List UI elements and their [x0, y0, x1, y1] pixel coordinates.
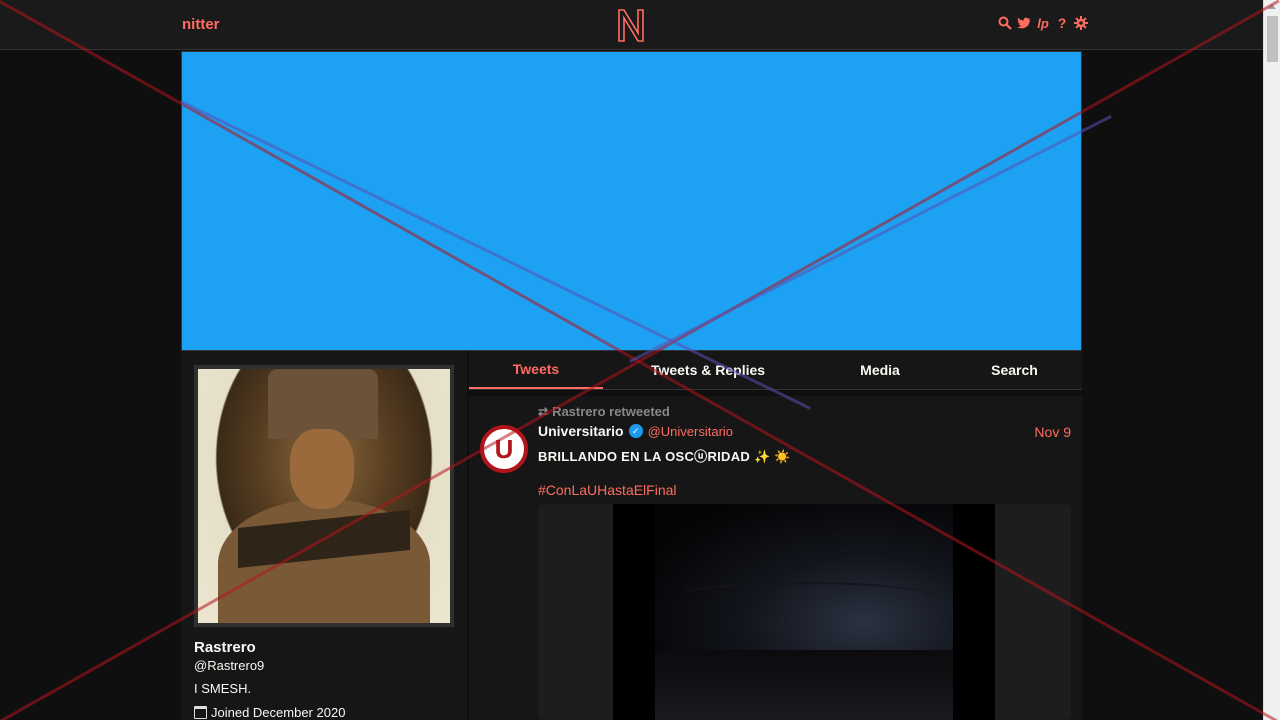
verified-badge-icon: ✓	[628, 424, 643, 438]
stadium-shape	[675, 582, 933, 612]
profile-joined: Joined December 2020	[194, 705, 345, 720]
timeline-tabs: Tweets Tweets & Replies Media Search	[469, 351, 1082, 390]
tab-media[interactable]: Media	[813, 351, 947, 389]
calendar-icon	[194, 706, 207, 719]
page-scrollbar[interactable]	[1263, 0, 1280, 720]
twitter-bird-icon[interactable]	[1017, 15, 1031, 31]
tweet-media-frame	[613, 504, 995, 720]
profile-avatar[interactable]	[198, 369, 450, 623]
lp-icon[interactable]: lp	[1036, 15, 1050, 31]
gear-icon[interactable]	[1074, 15, 1088, 31]
profile-bio: I SMESH.	[194, 681, 252, 696]
nitter-home-link[interactable]: nitter	[182, 16, 220, 33]
profile-joined-text: Joined December 2020	[211, 705, 346, 720]
tweet-media-image	[655, 504, 953, 720]
scrollbar-thumb[interactable]	[1267, 16, 1278, 62]
help-icon[interactable]: ?	[1055, 15, 1069, 31]
tab-tweets[interactable]: Tweets	[469, 351, 603, 389]
crowd-shape	[655, 650, 953, 720]
top-navbar: nitter lp ?	[0, 0, 1263, 50]
tweet-author-name[interactable]: Universitario	[538, 423, 624, 439]
tweet-author-avatar[interactable]: U	[480, 425, 528, 473]
profile-card: Rastrero @Rastrero9 I SMESH. Joined Dece…	[181, 351, 467, 720]
tweet-media[interactable]	[538, 504, 1071, 720]
tweet-header: Universitario ✓ @Universitario	[538, 423, 733, 439]
nav-icon-group: lp ?	[998, 15, 1088, 31]
profile-name[interactable]: Rastrero	[194, 639, 256, 656]
tab-search[interactable]: Search	[947, 351, 1082, 389]
tweet-date[interactable]: Nov 9	[1034, 424, 1071, 440]
retweet-label: Rastrero retweeted	[552, 404, 670, 419]
nitter-logo-icon[interactable]	[616, 7, 646, 43]
profile-handle[interactable]: @Rastrero9	[194, 658, 264, 673]
avatar-face-shape	[290, 429, 354, 509]
search-icon[interactable]	[998, 15, 1012, 31]
tweet-text: BRILLANDO EN LA OSCⓤRIDAD ✨ ☀️	[538, 449, 791, 464]
tweet-hashtag-link[interactable]: #ConLaUHastaElFinal	[538, 482, 677, 498]
tweet-author-handle[interactable]: @Universitario	[648, 424, 733, 439]
